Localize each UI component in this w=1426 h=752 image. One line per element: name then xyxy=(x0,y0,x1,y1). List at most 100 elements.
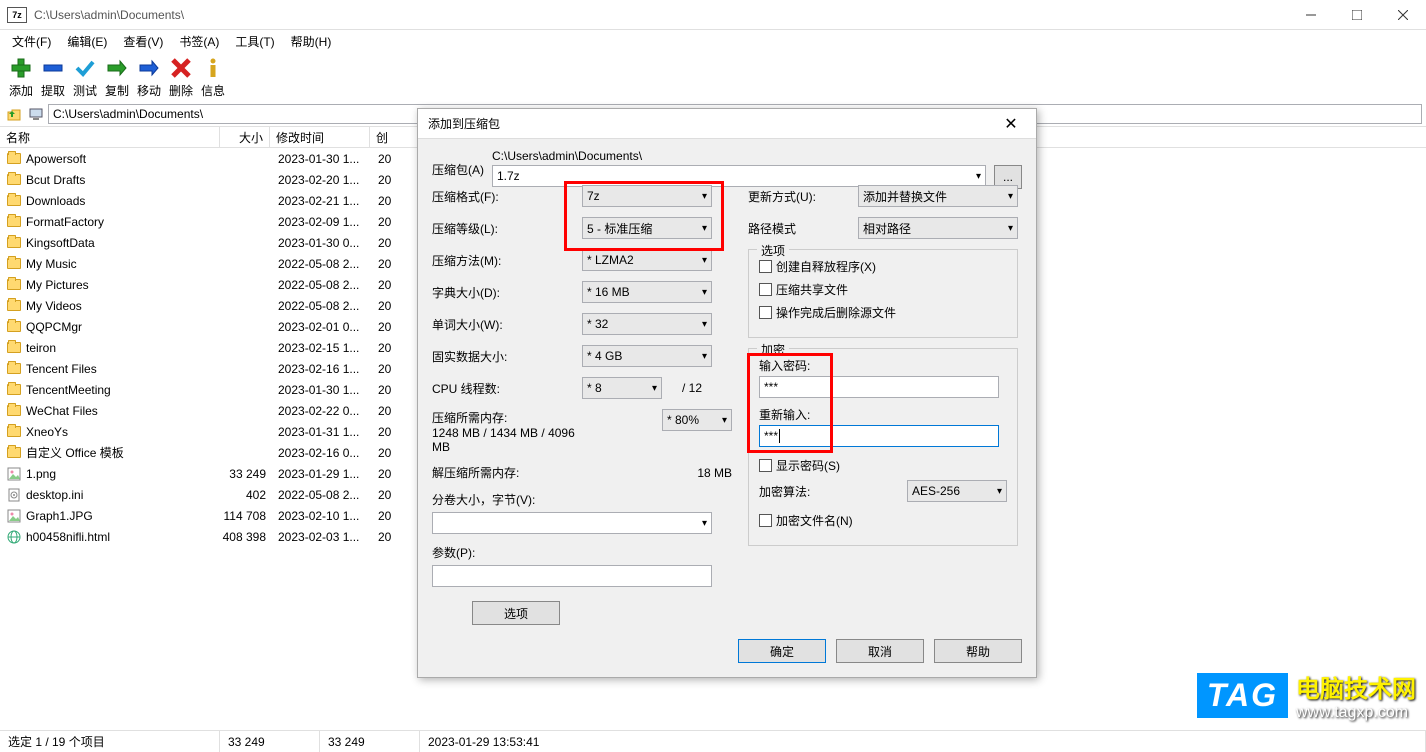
file-size: 402 xyxy=(222,488,272,502)
file-date: 2022-05-08 2... xyxy=(272,278,372,292)
split-select[interactable]: ▾ xyxy=(432,512,712,534)
col-modified[interactable]: 修改时间 xyxy=(270,127,370,147)
check-icon xyxy=(73,56,97,80)
file-name: WeChat Files xyxy=(26,404,222,418)
threads-label: CPU 线程数: xyxy=(432,380,582,397)
file-name: My Music xyxy=(26,257,222,271)
info-button[interactable]: 信息 xyxy=(198,56,228,99)
extract-button[interactable]: 提取 xyxy=(38,56,68,99)
archive-name-input[interactable]: 1.7z▾ xyxy=(492,165,986,187)
enc-names-label: 加密文件名(N) xyxy=(776,512,853,529)
pathmode-label: 路径模式 xyxy=(748,220,858,237)
menu-help[interactable]: 帮助(H) xyxy=(283,31,340,52)
info-icon xyxy=(201,56,225,80)
col-name[interactable]: 名称 xyxy=(0,127,220,147)
file-name: XneoYs xyxy=(26,425,222,439)
folder-icon xyxy=(6,277,22,293)
title-bar: 7z C:\Users\admin\Documents\ xyxy=(0,0,1426,30)
mem-decompress-value: 18 MB xyxy=(582,466,732,480)
dialog-title: 添加到压缩包 xyxy=(428,115,996,132)
minimize-button[interactable] xyxy=(1288,0,1334,30)
sfx-checkbox[interactable] xyxy=(759,260,772,273)
file-date: 2022-05-08 2... xyxy=(272,299,372,313)
file-date: 2023-01-29 1... xyxy=(272,467,372,481)
menu-bookmarks[interactable]: 书签(A) xyxy=(171,31,227,52)
menu-tools[interactable]: 工具(T) xyxy=(227,31,282,52)
shared-checkbox[interactable] xyxy=(759,283,772,296)
level-select[interactable]: 5 - 标准压缩▾ xyxy=(582,217,712,239)
file-date: 2023-02-16 0... xyxy=(272,446,372,460)
add-archive-dialog: 添加到压缩包 ✕ 压缩包(A) C:\Users\admin\Documents… xyxy=(417,108,1037,678)
word-select[interactable]: * 32▾ xyxy=(582,313,712,335)
enc-names-checkbox[interactable] xyxy=(759,514,772,527)
file-name: FormatFactory xyxy=(26,215,222,229)
maximize-button[interactable] xyxy=(1334,0,1380,30)
menu-bar: 文件(F) 编辑(E) 查看(V) 书签(A) 工具(T) 帮助(H) xyxy=(0,30,1426,52)
chevron-down-icon: ▾ xyxy=(976,171,981,182)
solid-select[interactable]: * 4 GB▾ xyxy=(582,345,712,367)
enc-method-select[interactable]: AES-256▾ xyxy=(907,480,1007,502)
move-button[interactable]: 移动 xyxy=(134,56,164,99)
threads-select[interactable]: * 8▾ xyxy=(582,377,662,399)
menu-view[interactable]: 查看(V) xyxy=(115,31,171,52)
file-name: Downloads xyxy=(26,194,222,208)
help-button[interactable]: 帮助 xyxy=(934,639,1022,663)
status-size2: 33 249 xyxy=(320,731,420,752)
file-name: KingsoftData xyxy=(26,236,222,250)
file-name: h00458nifli.html xyxy=(26,530,222,544)
file-name: teiron xyxy=(26,341,222,355)
file-date: 2023-02-15 1... xyxy=(272,341,372,355)
method-label: 压缩方法(M): xyxy=(432,252,582,269)
method-select[interactable]: * LZMA2▾ xyxy=(582,249,712,271)
ok-button[interactable]: 确定 xyxy=(738,639,826,663)
folder-icon xyxy=(6,340,22,356)
image-icon xyxy=(6,466,22,482)
pathmode-select[interactable]: 相对路径▾ xyxy=(858,217,1018,239)
folder-icon xyxy=(6,319,22,335)
password-input[interactable]: *** xyxy=(759,376,999,398)
test-button[interactable]: 测试 xyxy=(70,56,100,99)
file-name: Graph1.JPG xyxy=(26,509,222,523)
folder-icon xyxy=(6,298,22,314)
word-label: 单词大小(W): xyxy=(432,316,582,333)
params-label: 参数(P): xyxy=(432,544,732,561)
toolbar: 添加 提取 测试 复制 移动 删除 信息 xyxy=(0,52,1426,102)
mem-pct-select[interactable]: * 80%▾ xyxy=(662,409,732,431)
window-title: C:\Users\admin\Documents\ xyxy=(34,8,1288,22)
watermark-tag: TAG xyxy=(1197,673,1288,718)
password2-input[interactable]: *** xyxy=(759,425,999,447)
file-date: 2023-01-30 0... xyxy=(272,236,372,250)
col-size[interactable]: 大小 xyxy=(220,127,270,147)
file-name: Apowersoft xyxy=(26,152,222,166)
options-button[interactable]: 选项 xyxy=(472,601,560,625)
delete-after-checkbox[interactable] xyxy=(759,306,772,319)
close-button[interactable] xyxy=(1380,0,1426,30)
format-select[interactable]: 7z▾ xyxy=(582,185,712,207)
folder-icon xyxy=(6,403,22,419)
file-name: 自定义 Office 模板 xyxy=(26,444,222,461)
update-select[interactable]: 添加并替换文件▾ xyxy=(858,185,1018,207)
sfx-label: 创建自释放程序(X) xyxy=(776,258,876,275)
file-date: 2023-01-30 1... xyxy=(272,383,372,397)
params-input[interactable] xyxy=(432,565,712,587)
show-password-label: 显示密码(S) xyxy=(776,457,840,474)
file-date: 2023-01-31 1... xyxy=(272,425,372,439)
folder-icon xyxy=(6,382,22,398)
cancel-button[interactable]: 取消 xyxy=(836,639,924,663)
status-datetime: 2023-01-29 13:53:41 xyxy=(420,731,1426,752)
file-name: QQPCMgr xyxy=(26,320,222,334)
menu-file[interactable]: 文件(F) xyxy=(4,31,59,52)
image-icon xyxy=(6,508,22,524)
add-button[interactable]: 添加 xyxy=(6,56,36,99)
file-name: Bcut Drafts xyxy=(26,173,222,187)
file-name: TencentMeeting xyxy=(26,383,222,397)
archive-label: 压缩包(A) xyxy=(432,161,492,178)
delete-button[interactable]: 删除 xyxy=(166,56,196,99)
show-password-checkbox[interactable] xyxy=(759,459,772,472)
dialog-close-button[interactable]: ✕ xyxy=(996,109,1026,139)
up-folder-button[interactable] xyxy=(4,104,24,124)
file-date: 2023-02-21 1... xyxy=(272,194,372,208)
dict-select[interactable]: * 16 MB▾ xyxy=(582,281,712,303)
menu-edit[interactable]: 编辑(E) xyxy=(59,31,115,52)
copy-button[interactable]: 复制 xyxy=(102,56,132,99)
